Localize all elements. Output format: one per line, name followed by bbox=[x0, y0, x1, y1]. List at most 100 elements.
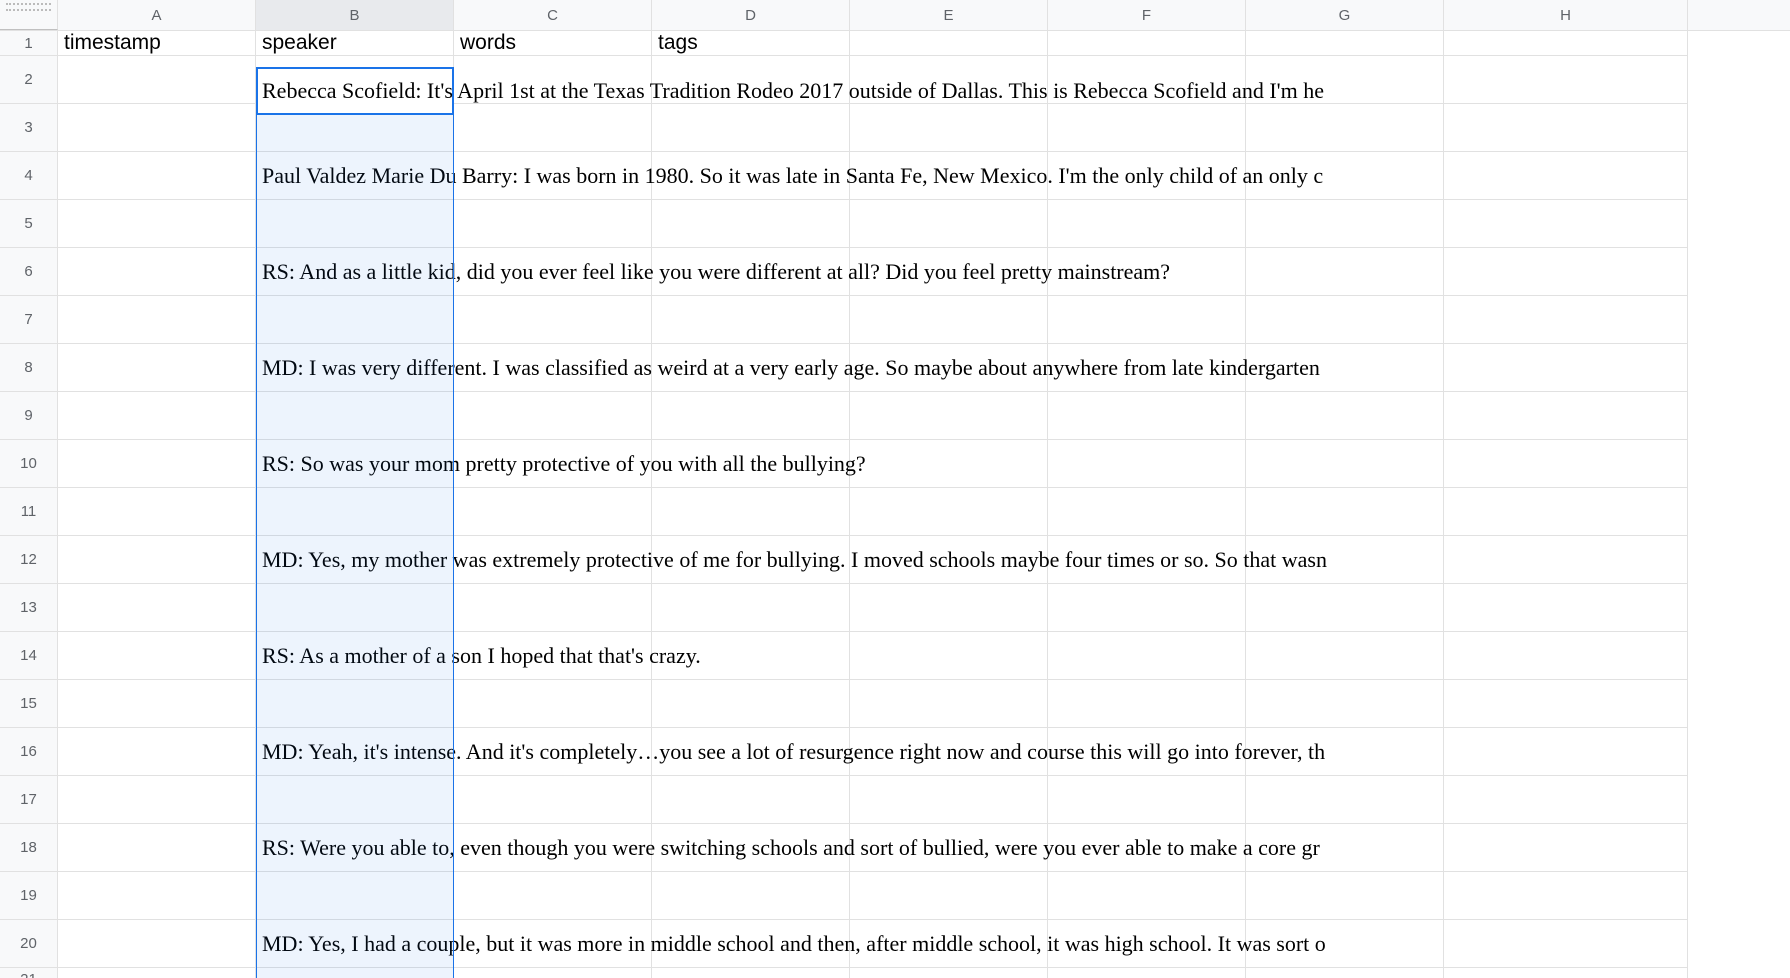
row-header[interactable]: 6 bbox=[0, 248, 58, 296]
cell[interactable] bbox=[652, 296, 850, 344]
cell[interactable] bbox=[850, 632, 1048, 680]
cell[interactable] bbox=[1246, 104, 1444, 152]
cell[interactable] bbox=[58, 392, 256, 440]
cell[interactable] bbox=[454, 584, 652, 632]
column-header-e[interactable]: E bbox=[850, 0, 1048, 30]
row-header[interactable]: 1 bbox=[0, 31, 58, 56]
row-header[interactable]: 16 bbox=[0, 728, 58, 776]
cell[interactable] bbox=[454, 392, 652, 440]
cell[interactable] bbox=[1444, 584, 1688, 632]
cell[interactable] bbox=[850, 488, 1048, 536]
cell[interactable] bbox=[256, 680, 454, 728]
cell[interactable] bbox=[454, 872, 652, 920]
cell[interactable] bbox=[652, 584, 850, 632]
cell[interactable]: RS: As a mother of a son I hoped that th… bbox=[256, 632, 454, 680]
cell[interactable] bbox=[256, 200, 454, 248]
cell[interactable] bbox=[1246, 56, 1444, 104]
cell[interactable] bbox=[1048, 56, 1246, 104]
cell[interactable] bbox=[58, 104, 256, 152]
cell[interactable] bbox=[850, 56, 1048, 104]
cell[interactable] bbox=[454, 488, 652, 536]
cell[interactable] bbox=[1048, 296, 1246, 344]
cell[interactable] bbox=[454, 56, 652, 104]
cell[interactable] bbox=[1444, 632, 1688, 680]
row-header[interactable]: 15 bbox=[0, 680, 58, 728]
cell[interactable] bbox=[58, 776, 256, 824]
cell[interactable] bbox=[1444, 200, 1688, 248]
cell[interactable] bbox=[58, 632, 256, 680]
row-header[interactable]: 14 bbox=[0, 632, 58, 680]
row-header[interactable]: 9 bbox=[0, 392, 58, 440]
row-header[interactable]: 12 bbox=[0, 536, 58, 584]
cell[interactable] bbox=[652, 56, 850, 104]
cell[interactable]: tags bbox=[652, 31, 850, 56]
cell[interactable] bbox=[652, 968, 850, 978]
cell[interactable] bbox=[58, 824, 256, 872]
cell[interactable] bbox=[256, 296, 454, 344]
cell[interactable] bbox=[652, 488, 850, 536]
column-header-h[interactable]: H bbox=[1444, 0, 1688, 30]
cell[interactable] bbox=[58, 344, 256, 392]
cell[interactable] bbox=[1048, 680, 1246, 728]
cell[interactable] bbox=[1444, 872, 1688, 920]
row-header[interactable]: 5 bbox=[0, 200, 58, 248]
cell[interactable] bbox=[850, 776, 1048, 824]
cell[interactable]: RS: So was your mom pretty protective of… bbox=[256, 440, 454, 488]
column-header-a[interactable]: A bbox=[58, 0, 256, 30]
cell[interactable] bbox=[58, 920, 256, 968]
cell[interactable] bbox=[1246, 296, 1444, 344]
cell[interactable] bbox=[256, 968, 454, 978]
cell[interactable] bbox=[1246, 872, 1444, 920]
cell[interactable] bbox=[256, 488, 454, 536]
row-header[interactable]: 13 bbox=[0, 584, 58, 632]
cell[interactable] bbox=[1444, 680, 1688, 728]
cell[interactable] bbox=[1048, 31, 1246, 56]
cell[interactable] bbox=[1444, 31, 1688, 56]
cell[interactable] bbox=[850, 200, 1048, 248]
cell[interactable]: speaker bbox=[256, 31, 454, 56]
cell[interactable] bbox=[58, 872, 256, 920]
cell[interactable] bbox=[1444, 920, 1688, 968]
cell[interactable]: timestamp bbox=[58, 31, 256, 56]
cell[interactable] bbox=[58, 536, 256, 584]
cell[interactable] bbox=[1048, 200, 1246, 248]
cell[interactable] bbox=[652, 680, 850, 728]
row-header[interactable]: 21 bbox=[0, 968, 58, 978]
column-header-c[interactable]: C bbox=[454, 0, 652, 30]
column-header-b[interactable]: B bbox=[256, 0, 454, 30]
cell[interactable]: words bbox=[454, 31, 652, 56]
column-header-d[interactable]: D bbox=[652, 0, 850, 30]
cell[interactable] bbox=[1048, 488, 1246, 536]
cell[interactable] bbox=[652, 776, 850, 824]
cell[interactable] bbox=[1444, 488, 1688, 536]
cell[interactable] bbox=[58, 296, 256, 344]
cell[interactable] bbox=[1246, 248, 1444, 296]
row-header[interactable]: 8 bbox=[0, 344, 58, 392]
cell[interactable] bbox=[454, 200, 652, 248]
cell[interactable] bbox=[1444, 104, 1688, 152]
cell[interactable] bbox=[1444, 824, 1688, 872]
cell[interactable] bbox=[652, 392, 850, 440]
cell[interactable] bbox=[454, 104, 652, 152]
cell[interactable] bbox=[1246, 200, 1444, 248]
cell[interactable] bbox=[58, 968, 256, 978]
cell[interactable] bbox=[256, 392, 454, 440]
cell[interactable] bbox=[1444, 344, 1688, 392]
cell[interactable] bbox=[1444, 392, 1688, 440]
row-header[interactable]: 11 bbox=[0, 488, 58, 536]
cell[interactable] bbox=[850, 680, 1048, 728]
cell[interactable] bbox=[58, 152, 256, 200]
cell[interactable] bbox=[850, 440, 1048, 488]
cell[interactable]: RS: And as a little kid, did you ever fe… bbox=[256, 248, 454, 296]
cell[interactable] bbox=[1048, 968, 1246, 978]
cell[interactable] bbox=[58, 200, 256, 248]
cell[interactable] bbox=[58, 584, 256, 632]
row-header[interactable]: 3 bbox=[0, 104, 58, 152]
column-header-g[interactable]: G bbox=[1246, 0, 1444, 30]
cell[interactable] bbox=[1246, 584, 1444, 632]
cell[interactable] bbox=[1444, 968, 1688, 978]
cell[interactable] bbox=[1444, 248, 1688, 296]
cell[interactable] bbox=[850, 31, 1048, 56]
cell[interactable] bbox=[1246, 968, 1444, 978]
cell[interactable] bbox=[652, 104, 850, 152]
